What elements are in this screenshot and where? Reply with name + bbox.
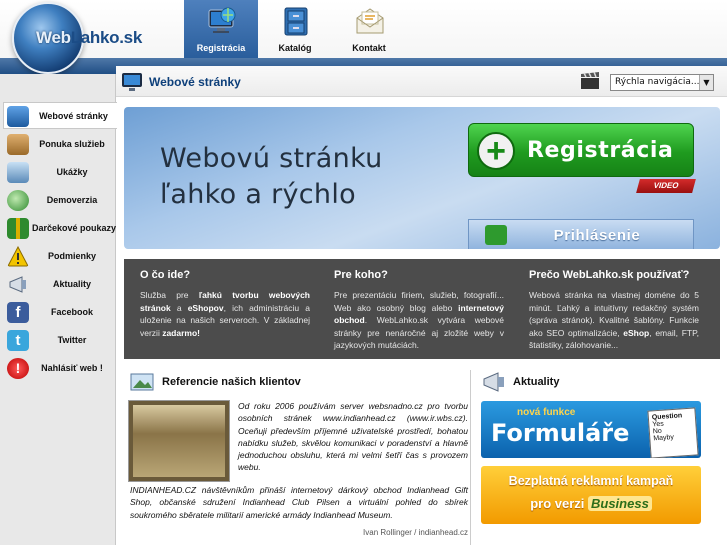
sidebar-item-ukazky[interactable]: Ukážky	[4, 159, 114, 186]
news-section: Aktuality nová funkce Formuláře Question…	[478, 366, 722, 545]
facebook-icon: f	[7, 302, 29, 323]
info-panel: O čo ide? Služba pre ľahkú tvorbu webový…	[124, 259, 720, 359]
tab-katalog[interactable]: Katalóg	[258, 0, 332, 58]
promo-forms-banner[interactable]: nová funkce Formuláře Question Yes No Ma…	[481, 401, 701, 458]
sidebar-item-ponuka-sluzieb[interactable]: Ponuka služieb	[4, 131, 114, 158]
section-divider	[470, 370, 471, 545]
plus-icon: +	[477, 132, 515, 170]
monitor-globe-icon	[208, 7, 236, 33]
site-logo[interactable]: WebLahko.sk	[36, 28, 142, 48]
cabinet-icon	[284, 7, 308, 36]
login-button[interactable]: Prihlásenie	[468, 219, 694, 249]
image-icon	[7, 162, 29, 183]
tab-registracia[interactable]: Registrácia	[184, 0, 258, 58]
reference-description: INDIANHEAD.CZ návštěvníkům přináší inter…	[130, 485, 468, 520]
info-column-why: Prečo WebLahko.sk používať? Webová strán…	[529, 269, 700, 350]
box-icon	[7, 134, 29, 155]
reference-thumbnail[interactable]	[128, 400, 230, 482]
envelope-icon	[356, 8, 384, 34]
banner-headline-2: ľahko a rýchlo	[160, 179, 356, 210]
promo-ads-banner[interactable]: Bezplatná reklamní kampaň pro verzi Busi…	[481, 466, 701, 524]
references-title: Referencie našich klientov	[162, 376, 301, 388]
banner-headline-1: Webovú stránku	[160, 143, 383, 174]
clapperboard-icon[interactable]	[580, 72, 600, 90]
warning-icon	[7, 246, 29, 267]
sidebar-item-podmienky[interactable]: Podmienky	[4, 243, 114, 270]
reference-author: Ivan Rollinger / indianhead.cz	[363, 528, 468, 537]
info-column-who: Pre koho? Pre prezentáciu firiem, služie…	[334, 269, 504, 350]
tab-kontakt[interactable]: Kontakt	[332, 0, 406, 58]
sidebar-item-twitter[interactable]: t Twitter	[4, 327, 114, 354]
sidebar-item-webove-stranky[interactable]: Webové stránky	[3, 102, 117, 129]
monitor-icon	[7, 106, 29, 127]
gift-icon	[7, 218, 29, 239]
page-title: Webové stránky	[149, 75, 241, 89]
register-button[interactable]: + Registrácia	[468, 123, 694, 177]
monitor-icon	[122, 73, 142, 91]
info-column-what: O čo ide? Služba pre ľahkú tvorbu webový…	[140, 269, 311, 338]
header: WebLahko.sk Registrácia Katalóg Kontakt	[0, 0, 727, 74]
news-title: Aktuality	[513, 376, 560, 388]
alert-icon: !	[7, 358, 29, 379]
question-card: Question Yes No Mayby	[647, 407, 699, 458]
sidebar-item-darcekove-poukazy[interactable]: Darčekové poukazy	[4, 215, 116, 242]
sidebar-item-demoverzia[interactable]: Demoverzia	[4, 187, 114, 214]
magnifier-icon	[7, 190, 29, 211]
quick-navigation-select[interactable]: Rýchla navigácia... ▼	[610, 74, 714, 91]
hero-banner: Webovú stránku ľahko a rýchlo + Registrá…	[124, 107, 720, 249]
sidebar: Webové stránky Ponuka služieb Ukážky Dem…	[0, 74, 117, 545]
chevron-down-icon: ▼	[699, 75, 713, 90]
title-bar: Webové stránky Rýchla navigácia... ▼	[116, 66, 727, 97]
sidebar-item-nahlasit-web[interactable]: ! Nahlásiť web !	[4, 355, 114, 382]
references-section: Referencie našich klientov Od roku 2006 …	[124, 366, 470, 545]
reference-quote: Od roku 2006 používám server websnadno.c…	[238, 401, 468, 473]
megaphone-icon	[483, 372, 504, 392]
megaphone-icon	[9, 276, 26, 293]
image-icon	[130, 373, 154, 391]
main-content: Webové stránky Rýchla navigácia... ▼ Web…	[116, 66, 727, 545]
sidebar-item-aktuality[interactable]: Aktuality	[4, 271, 114, 298]
video-badge[interactable]: VIDEO	[636, 179, 696, 193]
sidebar-item-facebook[interactable]: f Facebook	[4, 299, 114, 326]
twitter-icon: t	[7, 330, 29, 351]
